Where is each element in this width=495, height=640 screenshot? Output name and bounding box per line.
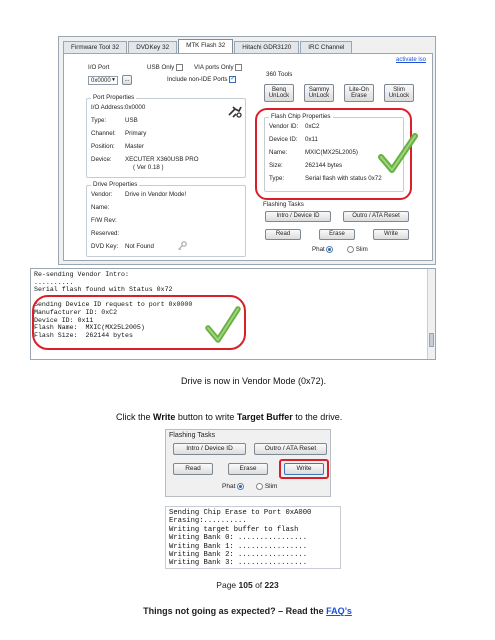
channel-value: Primary bbox=[125, 130, 147, 137]
phat-radio[interactable]: Phat bbox=[312, 246, 334, 254]
read-button[interactable]: Read bbox=[265, 229, 301, 240]
page-prefix: Page bbox=[216, 580, 239, 590]
name-label: Name: bbox=[91, 204, 110, 211]
io-port-label: I/O Port bbox=[88, 64, 110, 71]
phat-radio[interactable]: Phat bbox=[222, 483, 245, 491]
intro-device-id-button[interactable]: Intro / Device ID bbox=[173, 443, 246, 455]
faq-link[interactable]: FAQ’s bbox=[326, 606, 352, 616]
tools-360-title: 360 Tools bbox=[266, 71, 293, 78]
read-button[interactable]: Read bbox=[173, 463, 213, 475]
vendor-label: Vendor: bbox=[91, 191, 113, 198]
scrollbar[interactable] bbox=[427, 269, 435, 359]
slim-unlock-button[interactable]: Slim UnLock bbox=[384, 84, 414, 102]
check-icon[interactable]: ✓ bbox=[229, 76, 237, 83]
scrollbar-thumb[interactable] bbox=[429, 333, 434, 347]
key-icon bbox=[178, 241, 187, 251]
instruction-target-buffer: Target Buffer bbox=[236, 412, 293, 422]
page-of: of bbox=[252, 580, 265, 590]
via-ports-checkbox[interactable]: VIA ports Only bbox=[194, 64, 243, 72]
outro-ata-reset-button[interactable]: Outro / ATA Reset bbox=[343, 211, 409, 222]
vendor-value: Drive in Vendor Mode! bbox=[125, 191, 187, 198]
page-current: 105 bbox=[238, 580, 253, 590]
write-highlight bbox=[279, 459, 329, 479]
sammy-unlock-button[interactable]: Sammy UnLock bbox=[304, 84, 334, 102]
write-button[interactable]: Write bbox=[373, 229, 409, 240]
phat-label: Phat bbox=[222, 483, 236, 491]
intro-device-id-button[interactable]: Intro / Device ID bbox=[265, 211, 331, 222]
lite-on-erase-button[interactable]: Lite-On Erase bbox=[344, 84, 374, 102]
chevron-down-icon: ▼ bbox=[111, 77, 116, 83]
faq-line: Things not going as expected? – Read the… bbox=[0, 606, 495, 616]
include-non-ide-checkbox[interactable]: Include non-IDE Ports ✓ bbox=[167, 76, 237, 84]
flashing-tasks-title: Flashing Tasks bbox=[263, 201, 304, 208]
io-port-value: 0x0000 bbox=[91, 78, 111, 84]
instruction-post: to the drive. bbox=[292, 412, 343, 422]
faq-text: Things not going as expected? – Read the bbox=[143, 606, 327, 616]
slim-label: Slim bbox=[264, 483, 278, 491]
flashing-tasks-crop: Flashing Tasks Intro / Device ID Outro /… bbox=[165, 429, 331, 497]
io-address-value: 0x0000 bbox=[125, 104, 146, 111]
erase-log: Sending Chip Erase to Port 0xA000 Erasin… bbox=[165, 506, 341, 569]
radio-empty-icon[interactable] bbox=[256, 483, 263, 490]
tab-bar: Firmware Tool 32 DVDKey 32 MTK Flash 32 … bbox=[63, 39, 353, 54]
erase-button[interactable]: Erase bbox=[319, 229, 355, 240]
device-label: Device: bbox=[91, 156, 112, 163]
radio-selected-icon[interactable] bbox=[237, 483, 245, 490]
instruction-text: Click the Write button to write Target B… bbox=[116, 412, 342, 422]
outro-ata-reset-button[interactable]: Outro / ATA Reset bbox=[254, 443, 327, 455]
type-value: USB bbox=[125, 117, 138, 124]
usb-only-checkbox[interactable]: USB Only bbox=[147, 64, 183, 71]
page-number: Page 105 of 223 bbox=[0, 580, 495, 590]
checkbox-box[interactable] bbox=[175, 64, 183, 71]
dvd-key-label: DVD Key: bbox=[91, 243, 119, 250]
checkmark-icon bbox=[378, 133, 418, 173]
flashing-tasks-crop-title: Flashing Tasks bbox=[169, 432, 216, 439]
radio-selected-icon[interactable] bbox=[326, 246, 334, 253]
tab-mtk-flash[interactable]: MTK Flash 32 bbox=[178, 39, 234, 54]
radio-empty-icon[interactable] bbox=[347, 246, 354, 253]
channel-label: Channel: bbox=[91, 130, 116, 137]
erase-log-text: Sending Chip Erase to Port 0xA000 Erasin… bbox=[169, 509, 312, 568]
port-properties-group: Port Properties I/O Address: 0x0000 Type… bbox=[86, 94, 246, 178]
instruction-write: Write bbox=[153, 412, 176, 422]
browse-port-button[interactable]: ... bbox=[122, 75, 132, 85]
via-ports-label: VIA ports Only bbox=[194, 64, 234, 72]
slim-label: Slim bbox=[355, 246, 368, 254]
activate-iso-link[interactable]: activate iso bbox=[396, 57, 426, 63]
drive-properties-group: Drive Properties Vendor: Drive in Vendor… bbox=[86, 181, 246, 257]
usb-only-label: USB Only bbox=[147, 64, 175, 72]
instruction-pre: Click the bbox=[116, 412, 154, 422]
slim-radio[interactable]: Slim bbox=[347, 246, 368, 253]
caption-vendor-mode: Drive is now in Vendor Mode (0x72). bbox=[181, 376, 327, 386]
slim-radio[interactable]: Slim bbox=[256, 483, 277, 490]
device-version: ( Ver 0.18 ) bbox=[133, 164, 164, 171]
port-properties-title: Port Properties bbox=[91, 94, 137, 101]
usb-plug-icon bbox=[228, 106, 242, 118]
reserved-label: Reserved: bbox=[91, 230, 120, 237]
erase-button[interactable]: Erase bbox=[228, 463, 268, 475]
checkmark-icon bbox=[205, 306, 241, 343]
page-total: 223 bbox=[264, 580, 279, 590]
dvd-key-value: Not Found bbox=[125, 243, 154, 250]
position-value: Master bbox=[125, 143, 144, 150]
benq-unlock-button[interactable]: Benq UnLock bbox=[264, 84, 294, 102]
io-port-select[interactable]: 0x0000 ▼ bbox=[88, 76, 118, 85]
drive-properties-title: Drive Properties bbox=[91, 181, 140, 188]
device-value: XECUTER X360USB PRO bbox=[125, 156, 199, 163]
include-non-ide-label: Include non-IDE Ports bbox=[167, 76, 228, 84]
instruction-mid: button to write bbox=[175, 412, 237, 422]
phat-label: Phat bbox=[312, 246, 325, 254]
fw-rev-label: F/W Rev: bbox=[91, 217, 117, 224]
type-label: Type: bbox=[91, 117, 107, 124]
checkbox-box[interactable] bbox=[235, 64, 243, 71]
position-label: Position: bbox=[91, 143, 115, 150]
io-address-label: I/O Address: bbox=[91, 104, 126, 111]
